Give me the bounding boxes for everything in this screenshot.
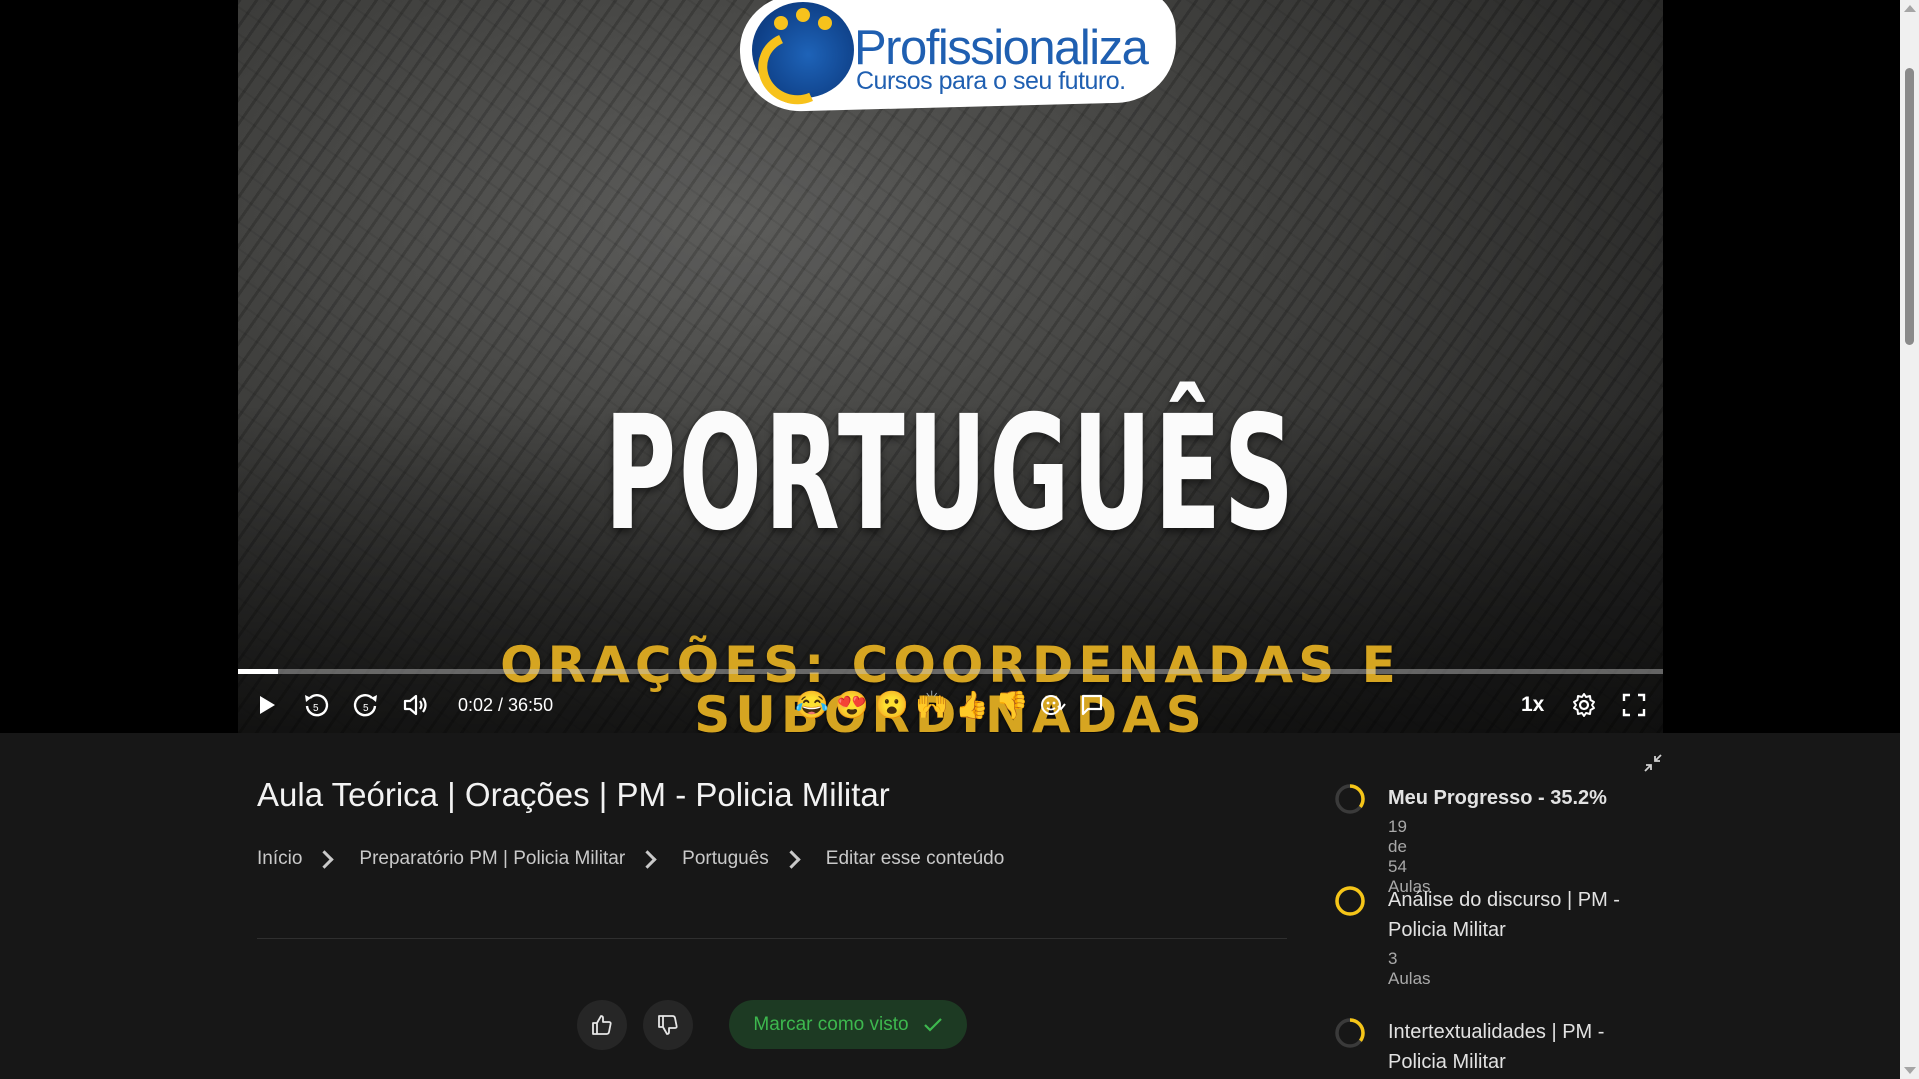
forward-button[interactable]: 5 [351, 690, 381, 720]
reaction-thumbs-down-icon[interactable]: 👎 [994, 688, 1030, 722]
scroll-thumb[interactable] [1905, 68, 1914, 345]
module-progress-ring-icon [1335, 886, 1365, 916]
collapse-panel-icon[interactable] [1643, 753, 1663, 773]
logo-emblem-icon [747, 2, 854, 115]
thumbs-up-icon [592, 1015, 612, 1035]
slide-shade [238, 0, 1663, 733]
breadcrumb-module[interactable]: Português [682, 848, 769, 870]
progress-ring-icon [1335, 784, 1365, 814]
svg-text:5: 5 [363, 703, 369, 714]
edit-content-link[interactable]: Editar esse conteúdo [826, 848, 1005, 870]
breadcrumb: Início Preparatório PM | Policia Militar… [257, 848, 1004, 870]
gear-icon [1573, 693, 1595, 717]
reaction-thumbs-up-icon[interactable]: 👍 [954, 688, 990, 722]
mark-as-seen-button[interactable]: Marcar como visto [729, 1000, 967, 1049]
module-lesson-count: 3 Aulas [1388, 949, 1431, 988]
scroll-up-arrow-icon[interactable] [1904, 5, 1916, 12]
forward-5-icon: 5 [353, 693, 377, 717]
settings-button[interactable] [1569, 690, 1599, 720]
scroll-down-arrow-icon[interactable] [1904, 1067, 1916, 1074]
logo-dot [774, 16, 788, 30]
thumbs-down-icon [658, 1015, 678, 1035]
reaction-praise-icon[interactable]: 🙌 [914, 688, 950, 722]
module-title[interactable]: Intertextualidades | PM - Policia Milita… [1388, 1017, 1658, 1077]
module-title[interactable]: Análise do discurso | PM - Policia Milit… [1388, 885, 1658, 945]
reaction-wow-icon[interactable]: 😮 [874, 688, 910, 722]
slide-title: PORTUGUÊS [604, 382, 1297, 566]
fullscreen-button[interactable] [1619, 690, 1649, 720]
progress-title: Meu Progresso - 35.2% [1388, 787, 1607, 809]
svg-text:5: 5 [313, 703, 319, 714]
volume-button[interactable] [401, 690, 431, 720]
video-player[interactable]: Profissionaliza Cursos para o seu futuro… [238, 0, 1663, 733]
chevron-right-icon [782, 849, 801, 869]
page-scrollbar[interactable] [1900, 0, 1919, 1079]
like-button[interactable] [577, 1000, 627, 1050]
dislike-button[interactable] [643, 1000, 693, 1050]
player-controls: 5 5 0:02 / 36:50 😂 😍 😮 🙌 👍 👎 1x [238, 684, 1663, 726]
mark-as-seen-label: Marcar como visto [753, 1013, 909, 1035]
fullscreen-icon [1622, 693, 1646, 717]
chevron-right-icon [315, 849, 335, 869]
volume-icon [403, 694, 427, 716]
logo-tagline: Cursos para o seu futuro. [856, 67, 1126, 95]
play-button[interactable] [252, 690, 282, 720]
time-display: 0:02 / 36:50 [458, 695, 554, 715]
seek-bar-fill [238, 669, 278, 674]
play-icon [260, 696, 275, 714]
reaction-laugh-icon[interactable]: 😂 [794, 688, 830, 722]
comment-icon[interactable] [1074, 688, 1110, 722]
rewind-button[interactable]: 5 [301, 690, 331, 720]
logo-dot [818, 16, 832, 30]
chevron-right-icon [638, 849, 657, 869]
playback-speed[interactable]: 1x [1521, 693, 1544, 717]
content-divider [257, 938, 1287, 939]
breadcrumb-home[interactable]: Início [257, 848, 302, 870]
check-icon [923, 1017, 942, 1032]
module-progress-ring-icon [1335, 1018, 1365, 1048]
seek-bar[interactable] [238, 669, 1663, 674]
rewind-5-icon: 5 [305, 693, 329, 717]
breadcrumb-course[interactable]: Preparatório PM | Policia Militar [359, 848, 625, 870]
lesson-title: Aula Teórica | Orações | PM - Policia Mi… [257, 776, 890, 813]
add-reaction-icon[interactable] [1034, 688, 1070, 722]
logo-dot [796, 8, 810, 22]
reaction-bar: 😂 😍 😮 🙌 👍 👎 [794, 688, 1110, 722]
reaction-love-icon[interactable]: 😍 [834, 688, 870, 722]
